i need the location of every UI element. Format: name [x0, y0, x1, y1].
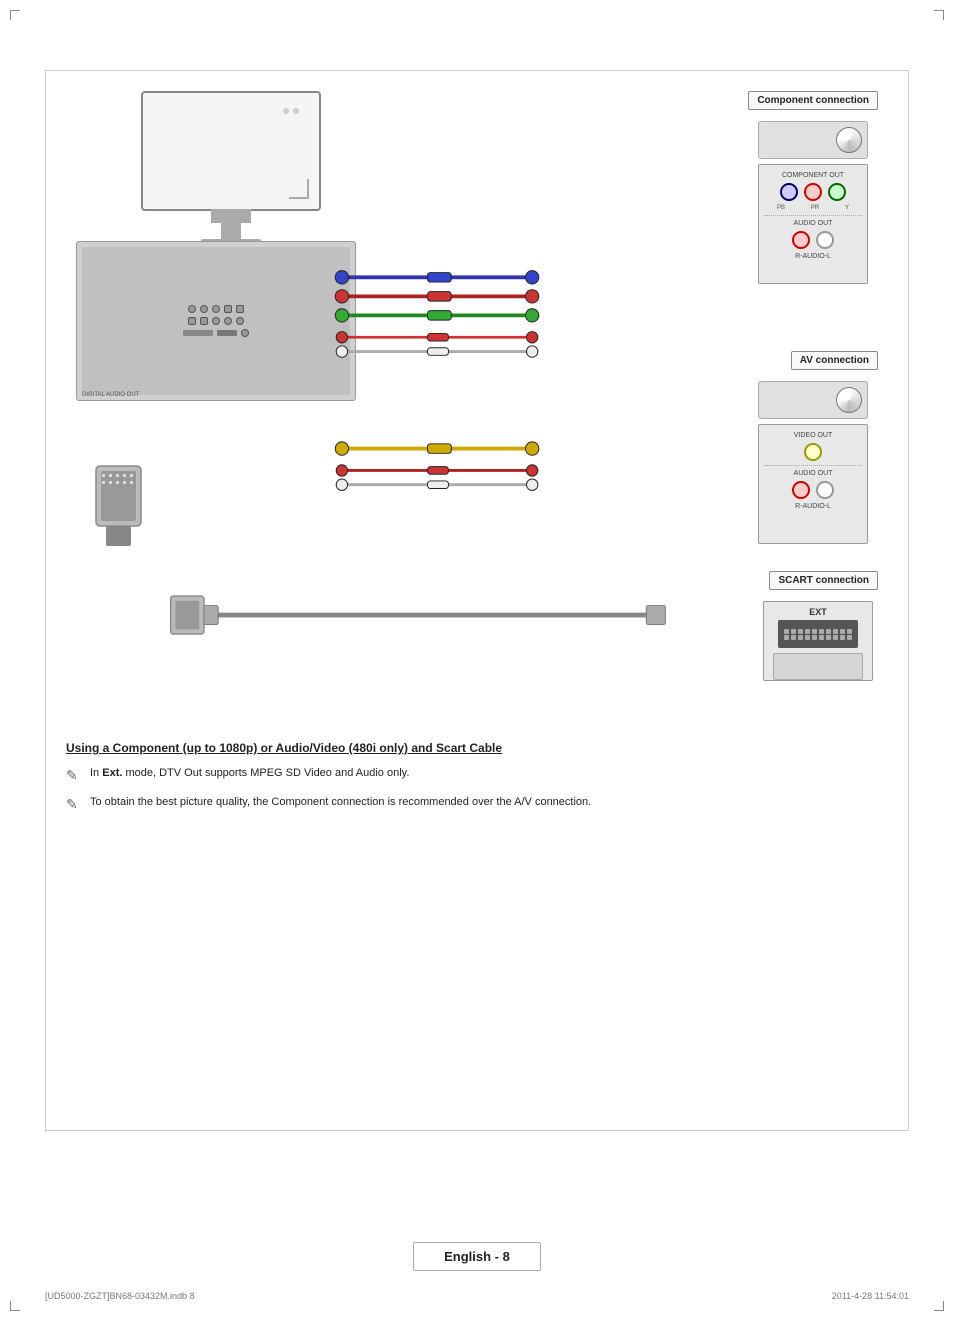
note-text-2: To obtain the best picture quality, the … — [90, 794, 591, 811]
port-small-10 — [236, 317, 244, 325]
component-connection-label: Component connection — [748, 91, 878, 110]
ext-pin-7 — [826, 629, 831, 634]
tv-stand — [221, 211, 241, 241]
port-small-3 — [212, 305, 220, 313]
corner-mark-bl — [10, 1301, 20, 1311]
doc-info-right: 2011-4-28 11:54:01 — [832, 1291, 909, 1301]
av-video-out-label: VIDEO OUT — [764, 432, 862, 439]
main-content-box: DIGITAL AUDIO OUT Component c — [45, 70, 909, 1131]
ext-pin-16 — [819, 635, 824, 640]
ext-pin-13 — [798, 635, 803, 640]
panel-usb-port — [217, 330, 237, 336]
ext-pin-10 — [847, 629, 852, 634]
panel-port-row-1 — [188, 305, 244, 313]
av-audio-right — [792, 481, 810, 499]
ext-pin-5 — [812, 629, 817, 634]
av-video-port-row — [764, 443, 862, 461]
doc-info: [UD5000-ZGZT]BN68-03432M.indb 8 2011-4-2… — [45, 1291, 909, 1301]
ext-pin-9 — [840, 629, 845, 634]
ext-pin-8 — [833, 629, 838, 634]
tv-monitor-display — [141, 91, 321, 211]
page-badge: English - 8 — [413, 1242, 541, 1271]
panel-inner — [82, 247, 350, 395]
scart-connection-label: SCART connection — [769, 571, 878, 590]
corner-mark-tr — [934, 10, 944, 20]
component-out-label: COMPONENT OUT — [764, 172, 862, 179]
component-audio-right — [792, 231, 810, 249]
av-audio-left — [816, 481, 834, 499]
av-connection-label: AV connection — [791, 351, 878, 370]
ext-pin-18 — [833, 635, 838, 640]
scart-plug-left — [91, 461, 146, 551]
av-audio-out-label: AUDIO OUT — [764, 470, 862, 477]
panel-port-row-2 — [188, 317, 244, 325]
component-port-sublabels: PBPRY — [764, 205, 862, 211]
port-small-1 — [188, 305, 196, 313]
port-small-8 — [212, 317, 220, 325]
ext-pin-19 — [840, 635, 845, 640]
doc-info-left: [UD5000-ZGZT]BN68-03432M.indb 8 — [45, 1291, 195, 1301]
ext-pin-14 — [805, 635, 810, 640]
av-video-port — [804, 443, 822, 461]
ext-label-text: EXT — [809, 607, 827, 617]
ext-pin-1 — [784, 629, 789, 634]
tv-back-panel: DIGITAL AUDIO OUT — [76, 241, 356, 401]
ext-pin-6 — [819, 629, 824, 634]
note-text-1: In Ext. mode, DTV Out supports MPEG SD V… — [90, 765, 409, 782]
port-small-5 — [236, 305, 244, 313]
vcr-device-scart — [773, 653, 863, 680]
disc-icon-av — [836, 387, 862, 413]
ext-pin-4 — [805, 629, 810, 634]
port-small-11 — [241, 329, 249, 337]
component-audio-left — [816, 231, 834, 249]
component-audio-port-row — [764, 231, 862, 249]
diagram-area: DIGITAL AUDIO OUT Component c — [66, 91, 888, 711]
component-r-audio-l: R-AUDIO-L — [764, 253, 862, 260]
component-device-area: COMPONENT OUT PBPRY AUDIO OUT R-AUDIO-L — [758, 121, 878, 284]
component-port-pr — [804, 183, 822, 201]
ext-pin-12 — [791, 635, 796, 640]
note-icon-2: ✎ — [66, 794, 86, 815]
component-dotted-sep — [764, 215, 862, 216]
av-port-box: VIDEO OUT AUDIO OUT R-AUDIO-L — [758, 424, 868, 544]
corner-mark-br — [934, 1301, 944, 1311]
component-port-y — [828, 183, 846, 201]
port-small-9 — [224, 317, 232, 325]
ext-pins-grid — [784, 629, 853, 640]
disc-icon-component — [836, 127, 862, 153]
bottom-text-area: Using a Component (up to 1080p) or Audio… — [66, 731, 888, 833]
panel-hdmi-port — [183, 330, 213, 336]
ext-pin-3 — [798, 629, 803, 634]
ext-pin-11 — [784, 635, 789, 640]
port-small-4 — [224, 305, 232, 313]
note-icon-1: ✎ — [66, 765, 86, 786]
component-port-box: COMPONENT OUT PBPRY AUDIO OUT R-AUDIO-L — [758, 164, 868, 284]
note-line-2: ✎ To obtain the best picture quality, th… — [66, 794, 888, 815]
ext-port — [778, 620, 858, 648]
corner-mark-tl — [10, 10, 20, 20]
ext-pin-15 — [812, 635, 817, 640]
note-line-1: ✎ In Ext. mode, DTV Out supports MPEG SD… — [66, 765, 888, 786]
av-r-audio-l: R-AUDIO-L — [764, 503, 862, 510]
footer: English - 8 — [0, 1242, 954, 1271]
port-small-6 — [188, 317, 196, 325]
component-port-row — [764, 183, 862, 201]
disc-player-av — [758, 381, 868, 419]
section-title: Using a Component (up to 1080p) or Audio… — [66, 741, 888, 755]
panel-port-row-3 — [183, 329, 249, 337]
ext-pin-2 — [791, 629, 796, 634]
panel-text-left: DIGITAL AUDIO OUT — [82, 392, 139, 398]
ext-box: EXT — [763, 601, 873, 681]
ext-pin-20 — [847, 635, 852, 640]
av-dotted-sep — [764, 465, 862, 466]
component-port-pb — [780, 183, 798, 201]
port-small-7 — [200, 317, 208, 325]
av-device-area: VIDEO OUT AUDIO OUT R-AUDIO-L — [758, 381, 878, 544]
component-audio-out-label: AUDIO OUT — [764, 220, 862, 227]
av-audio-port-row — [764, 481, 862, 499]
disc-player-component — [758, 121, 868, 159]
ext-pin-17 — [826, 635, 831, 640]
port-small-2 — [200, 305, 208, 313]
